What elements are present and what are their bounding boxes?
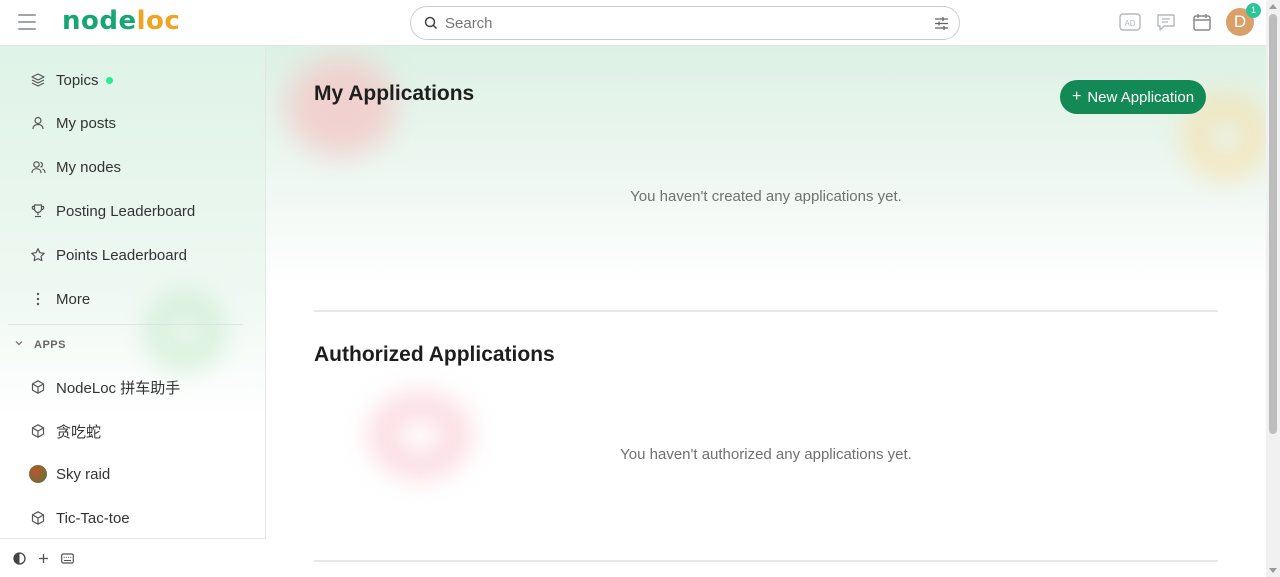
app-avatar <box>29 465 47 483</box>
sidebar-item-label: More <box>56 290 91 308</box>
header-actions: AD D 1 <box>1118 3 1261 36</box>
sidebar-divider <box>8 324 243 325</box>
sky-raid-app-icon <box>28 465 48 483</box>
cube-icon <box>28 379 48 395</box>
search-icon <box>424 16 438 35</box>
main-content: My Applications + New Application You ha… <box>266 46 1266 577</box>
my-applications-title: My Applications <box>314 82 475 105</box>
section-divider <box>314 310 1218 312</box>
sidebar: Topics My posts My nodes Posting Leaderb… <box>0 46 266 577</box>
user-icon <box>28 115 48 131</box>
sidebar-app-snake[interactable]: 贪吃蛇 <box>28 416 101 446</box>
authorized-applications-title: Authorized Applications <box>314 343 555 366</box>
sidebar-item-label: Posting Leaderboard <box>56 202 196 220</box>
sidebar-item-posting-leaderboard[interactable]: Posting Leaderboard <box>28 196 195 226</box>
sidebar-app-sky-raid[interactable]: Sky raid <box>28 459 110 489</box>
sidebar-item-label: My posts <box>56 114 117 132</box>
scroll-up-arrow-icon[interactable] <box>1269 4 1277 9</box>
decorative-blob-green <box>150 296 220 366</box>
avatar-letter: D <box>1233 12 1247 31</box>
chat-icon[interactable] <box>1154 10 1178 34</box>
top-header: nodeloc AD D 1 <box>0 0 1266 46</box>
notification-badge: 1 <box>1246 3 1261 18</box>
users-icon <box>28 159 48 175</box>
search-filter-icon[interactable] <box>934 16 949 36</box>
decorative-blob-red <box>286 56 396 156</box>
scroll-down-arrow-icon[interactable] <box>1269 568 1277 573</box>
sidebar-item-my-nodes[interactable]: My nodes <box>28 152 121 182</box>
sidebar-item-points-leaderboard[interactable]: Points Leaderboard <box>28 240 187 270</box>
authorized-applications-empty-message: You haven't authorized any applications … <box>620 446 912 463</box>
new-application-label: New Application <box>1087 88 1195 106</box>
cube-icon <box>28 423 48 439</box>
ad-icon[interactable]: AD <box>1118 10 1142 34</box>
section-divider-bottom <box>314 560 1218 562</box>
plus-icon[interactable] <box>36 551 50 565</box>
cube-icon <box>28 510 48 526</box>
online-indicator-dot <box>105 76 113 84</box>
theme-toggle-icon[interactable] <box>12 551 26 565</box>
chevron-down-icon <box>14 338 24 351</box>
calendar-icon[interactable] <box>1190 10 1214 34</box>
sidebar-item-label: My nodes <box>56 158 122 176</box>
star-icon <box>28 247 48 263</box>
keyboard-icon[interactable] <box>60 551 74 565</box>
logo-text-loc: loc <box>136 6 181 36</box>
search-input[interactable] <box>445 11 925 35</box>
apps-heading: APPS <box>34 338 66 351</box>
sidebar-app-nodeloc-carpool[interactable]: NodeLoc 拼车助手 <box>28 372 180 402</box>
svg-text:AD: AD <box>1124 19 1135 28</box>
my-applications-empty-message: You haven't created any applications yet… <box>630 188 902 205</box>
sidebar-item-label: Tic-Tac-toe <box>56 509 130 527</box>
new-application-button[interactable]: + New Application <box>1060 80 1207 114</box>
sidebar-item-label: Topics <box>56 71 99 89</box>
trophy-icon <box>28 203 48 219</box>
plus-icon: + <box>1072 88 1082 105</box>
site-logo[interactable]: nodeloc <box>62 6 180 36</box>
apps-section-toggle[interactable]: APPS <box>14 338 66 351</box>
sidebar-item-my-posts[interactable]: My posts <box>28 108 116 138</box>
hamburger-menu-icon[interactable] <box>18 14 36 30</box>
sidebar-item-label: NodeLoc 拼车助手 <box>56 379 181 397</box>
layers-icon <box>28 72 48 88</box>
user-avatar[interactable]: D 1 <box>1226 3 1261 36</box>
scrollbar-thumb[interactable] <box>1269 14 1277 434</box>
logo-text-node: node <box>62 6 137 36</box>
sidebar-item-label: Points Leaderboard <box>56 246 187 264</box>
sidebar-footer <box>0 538 266 577</box>
sidebar-item-label: Sky raid <box>56 465 111 483</box>
sidebar-item-label: 贪吃蛇 <box>56 423 102 441</box>
sidebar-app-tic-tac-toe[interactable]: Tic-Tac-toe <box>28 503 130 533</box>
more-vertical-icon <box>28 291 48 307</box>
sidebar-item-more[interactable]: More <box>28 284 90 314</box>
search-bar[interactable] <box>410 6 960 40</box>
sidebar-item-topics[interactable]: Topics <box>28 65 113 95</box>
page-scrollbar[interactable] <box>1266 0 1280 577</box>
